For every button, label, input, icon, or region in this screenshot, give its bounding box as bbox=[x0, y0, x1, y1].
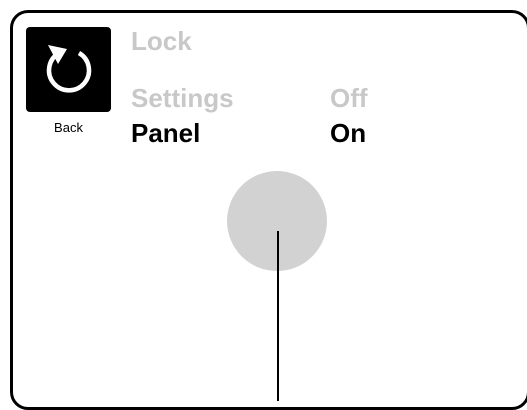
panel-value: On bbox=[330, 118, 367, 148]
back-button[interactable] bbox=[26, 27, 111, 112]
back-label: Back bbox=[54, 120, 83, 135]
settings-label[interactable]: Settings bbox=[131, 83, 234, 113]
menu-title-lock[interactable]: Lock bbox=[131, 26, 192, 56]
panel-label[interactable]: Panel bbox=[131, 118, 200, 148]
undo-arrow-icon bbox=[46, 44, 91, 92]
settings-value: Off bbox=[330, 83, 368, 113]
knob-stem-line bbox=[277, 231, 279, 401]
